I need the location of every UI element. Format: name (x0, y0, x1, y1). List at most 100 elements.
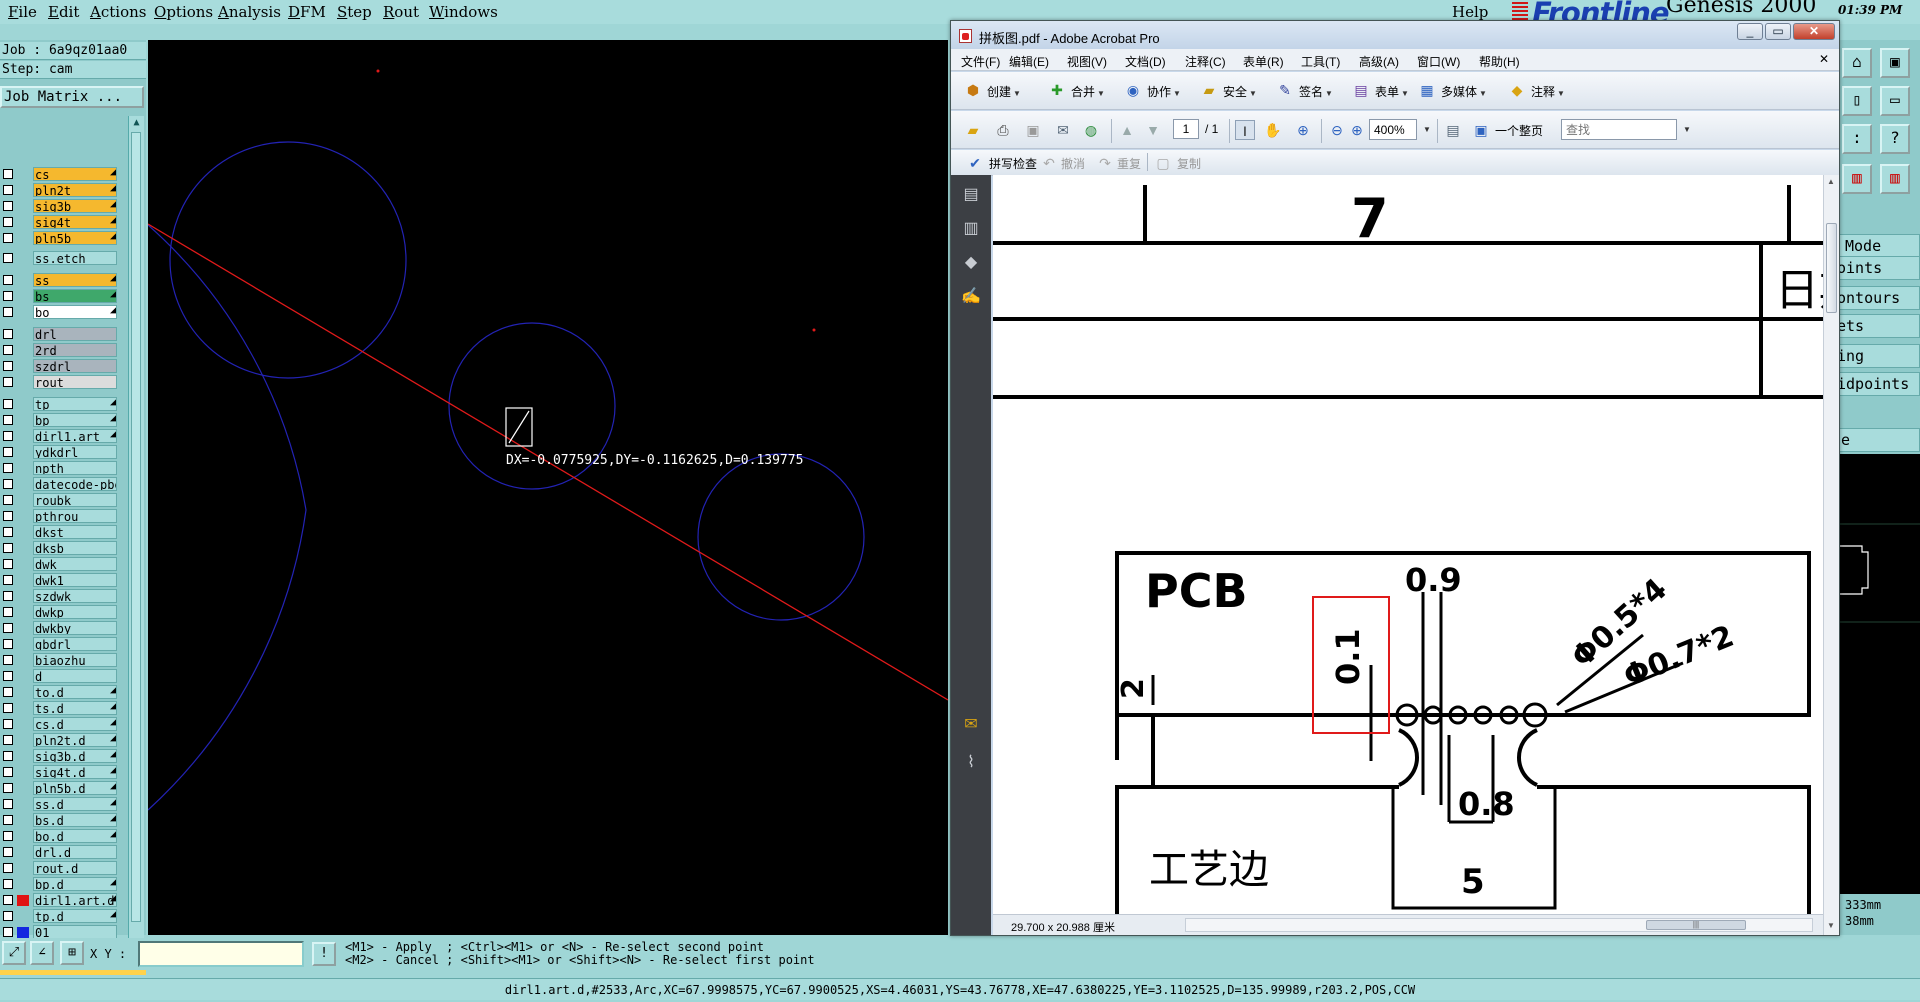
measure-icon[interactable]: ∠ (30, 941, 54, 965)
layer-name[interactable]: ss.d (33, 797, 117, 811)
layer-checkbox[interactable] (3, 275, 13, 285)
page-number-input[interactable] (1173, 119, 1199, 139)
layer-row[interactable]: bs.d ◢ (0, 813, 118, 828)
layer-checkbox[interactable] (3, 329, 13, 339)
layer-affected-icon[interactable]: ◢ (110, 215, 116, 226)
layer-checkbox[interactable] (3, 479, 13, 489)
layer-affected-icon[interactable]: ◢ (110, 183, 116, 194)
layer-row[interactable]: bp ◢ (0, 413, 118, 428)
xy-input[interactable] (138, 941, 304, 967)
layer-row[interactable]: ydkdrl (0, 445, 118, 460)
ratio-icon[interactable]: : (1842, 124, 1872, 154)
layer-name[interactable]: rout.d (33, 861, 117, 875)
sign-pen-icon[interactable]: ✎ (1275, 80, 1295, 100)
acrobat-menu-tools[interactable]: 工具(T) (1301, 53, 1340, 70)
layer-row[interactable]: d (0, 669, 118, 684)
layer-row[interactable]: drl (0, 327, 118, 342)
horizontal-scroll-thumb[interactable]: ||| (1646, 920, 1746, 930)
minimize-icon[interactable]: _ (1737, 23, 1763, 40)
task-combine[interactable]: 合并 ▼ (1071, 83, 1105, 101)
layer-row[interactable]: roubk (0, 493, 118, 508)
layer-row[interactable]: dwkby (0, 621, 118, 636)
layer-name[interactable]: d (33, 669, 117, 683)
find-dropdown-icon[interactable]: ▼ (1683, 125, 1691, 134)
layer-checkbox[interactable] (3, 591, 13, 601)
layer-affected-icon[interactable]: ◢ (110, 167, 116, 178)
layer-checkbox[interactable] (3, 511, 13, 521)
acrobat-titlebar[interactable]: 拼板图.pdf - Adobe Acrobat Pro _ ▭ ✕ (951, 21, 1839, 49)
layer-row[interactable]: bo.d ◢ (0, 829, 118, 844)
layer-checkbox[interactable] (3, 233, 13, 243)
task-forms[interactable]: 表单 ▼ (1375, 83, 1409, 101)
zoom-input[interactable] (1369, 119, 1417, 140)
layer-name[interactable]: dksb (33, 541, 117, 555)
close-icon[interactable]: ✕ (1793, 23, 1835, 40)
layer-affected-icon[interactable]: ◢ (110, 797, 116, 808)
task-collaborate[interactable]: 协作 ▼ (1147, 83, 1181, 101)
layer-row[interactable]: gbdrl (0, 637, 118, 652)
layer-name[interactable]: szdrl (33, 359, 117, 373)
layer-toggle-icon[interactable]: ▥ (1842, 164, 1872, 194)
zoom-in-icon[interactable]: ⊕ (1347, 120, 1367, 140)
layer-affected-icon[interactable]: ◢ (110, 717, 116, 728)
layers-icon[interactable]: ◆ (961, 253, 981, 273)
layer-row[interactable]: szdwk (0, 589, 118, 604)
layer-checkbox[interactable] (3, 703, 13, 713)
acrobat-menu-edit[interactable]: 编辑(E) (1009, 53, 1049, 70)
copy-label[interactable]: 复制 (1177, 155, 1201, 173)
layer-affected-icon[interactable]: ◢ (110, 273, 116, 284)
layer-name[interactable]: dwk (33, 557, 117, 571)
layer-name[interactable]: pln5b.d (33, 781, 117, 795)
combine-icon[interactable]: ✚ (1047, 80, 1067, 100)
layer-row[interactable]: tp ◢ (0, 397, 118, 412)
layer-row[interactable]: rout.d (0, 861, 118, 876)
layer-affected-icon[interactable]: ◢ (110, 781, 116, 792)
comments-icon[interactable]: ✉ (961, 715, 981, 735)
layer-row[interactable]: bs ◢ (0, 289, 118, 304)
layer-name[interactable]: bs (33, 289, 117, 303)
layer-name[interactable]: szdwk (33, 589, 117, 603)
layer-name[interactable]: bo.d (33, 829, 117, 843)
grid-snap-icon[interactable]: ⊞ (60, 941, 84, 965)
layer-checkbox[interactable] (3, 863, 13, 873)
window-icon[interactable]: ▭ (1880, 86, 1910, 116)
layer-row[interactable]: pthrou (0, 509, 118, 524)
layer-name[interactable]: pln5b (33, 231, 117, 245)
layer-checkbox[interactable] (3, 361, 13, 371)
layer-row[interactable]: sig3b.d ◢ (0, 749, 118, 764)
acrobat-menu-view[interactable]: 视图(V) (1067, 53, 1107, 70)
layer-name[interactable]: to.d (33, 685, 117, 699)
home-icon[interactable]: ⌂ (1842, 48, 1872, 78)
layer-checkbox[interactable] (3, 399, 13, 409)
upload-icon[interactable]: ◍ (1081, 120, 1101, 140)
graphic-canvas[interactable]: DX=-0.0775925,DY=-0.1162625,D=0.139775 (148, 40, 948, 935)
layer-row[interactable]: ss.d ◢ (0, 797, 118, 812)
layer-name[interactable]: gbdrl (33, 637, 117, 651)
layer-checkbox[interactable] (3, 253, 13, 263)
bookmarks-icon[interactable]: ▥ (961, 219, 981, 239)
layer-affected-icon[interactable]: ◢ (110, 289, 116, 300)
signatures-icon[interactable]: ✍ (961, 287, 981, 307)
snap-mode-ing[interactable]: ing (1836, 344, 1920, 368)
layer-checkbox[interactable] (3, 815, 13, 825)
layer-checkbox[interactable] (3, 291, 13, 301)
layer-affected-icon[interactable]: ◢ (110, 413, 116, 424)
layer-row[interactable]: dwk1 (0, 573, 118, 588)
layer-name[interactable]: dwkby (33, 621, 117, 635)
document-vertical-scrollbar[interactable]: ▲ ▼ (1823, 175, 1839, 935)
layer-name[interactable]: bs.d (33, 813, 117, 827)
layer-row[interactable]: sig4t ◢ (0, 215, 118, 230)
redo-icon[interactable]: ↷ (1095, 153, 1115, 173)
layer-name[interactable]: 2rd (33, 343, 117, 357)
layer-checkbox[interactable] (3, 639, 13, 649)
layer-checkbox[interactable] (3, 735, 13, 745)
document-scroll-thumb[interactable] (1826, 223, 1837, 313)
menu-windows[interactable]: Windows (429, 3, 498, 21)
layer-row[interactable]: npth (0, 461, 118, 476)
layer-row[interactable]: pln5b.d ◢ (0, 781, 118, 796)
layer-checkbox[interactable] (3, 447, 13, 457)
layer-name[interactable]: pthrou (33, 509, 117, 523)
snap-mode-midpoints[interactable]: idpoints (1836, 372, 1920, 396)
pages-icon[interactable]: ▤ (961, 185, 981, 205)
rotate-icon[interactable]: ⤢ (2, 941, 26, 965)
